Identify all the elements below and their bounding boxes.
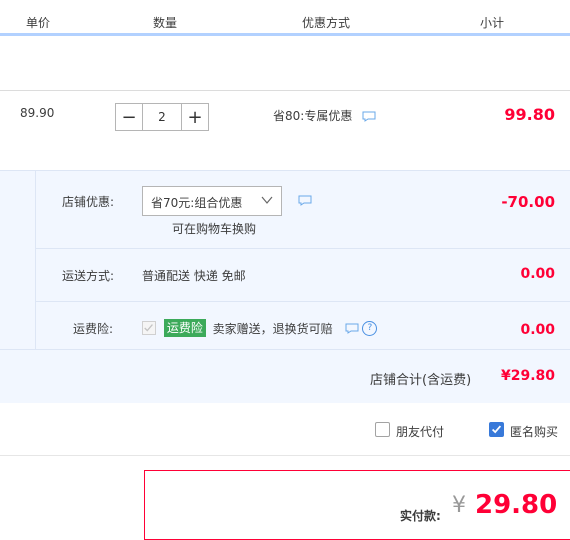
insurance-option: 运费险 卖家赠送，退换货可赔 ? bbox=[142, 319, 378, 337]
shop-total-label: 店铺合计(含运费) bbox=[370, 373, 472, 388]
check-icon bbox=[491, 425, 502, 434]
currency-symbol: ¥ bbox=[452, 493, 466, 518]
table-header: 单价 数量 优惠方式 小计 bbox=[0, 0, 570, 38]
shipping-method: 普通配送 快递 免邮 bbox=[142, 269, 246, 283]
shop-discount-amount: -70.00 bbox=[501, 193, 555, 211]
shop-discount-select[interactable]: 省70元:组合优惠 bbox=[142, 186, 282, 216]
insurance-label: 运费险: bbox=[73, 322, 114, 336]
unit-price: 89.90 bbox=[20, 106, 55, 120]
shipping-label: 运送方式: bbox=[62, 269, 115, 283]
chat-bubble-icon[interactable] bbox=[345, 323, 359, 334]
row-divider bbox=[0, 349, 570, 350]
anonymous-label[interactable]: 匿名购买 bbox=[510, 423, 558, 440]
quantity-decrease-button[interactable]: − bbox=[115, 103, 143, 131]
insurance-checkbox[interactable] bbox=[142, 321, 156, 335]
friend-pay-checkbox[interactable] bbox=[375, 422, 390, 437]
quantity-increase-button[interactable]: + bbox=[181, 103, 209, 131]
payment-label: 实付款: bbox=[400, 509, 441, 523]
insurance-text: 卖家赠送，退换货可赔 bbox=[212, 321, 333, 336]
row-divider bbox=[35, 248, 570, 249]
payment-options: 朋友代付 匿名购买 bbox=[0, 403, 570, 456]
quantity-input[interactable]: 2 bbox=[143, 103, 181, 131]
header-quantity: 数量 bbox=[153, 16, 178, 30]
chat-bubble-icon[interactable] bbox=[362, 111, 376, 122]
header-price: 单价 bbox=[26, 16, 51, 30]
payment-total-box: 实付款: ¥ 29.80 bbox=[144, 470, 570, 540]
insurance-badge: 运费险 bbox=[163, 319, 206, 337]
promo-label: 省80:专属优惠 bbox=[273, 109, 353, 123]
check-icon bbox=[144, 324, 153, 332]
shop-discount-value: 省70元:组合优惠 bbox=[151, 196, 243, 210]
header-divider bbox=[0, 33, 570, 36]
exchange-in-cart-link[interactable]: 可在购物车换购 bbox=[172, 220, 256, 237]
promo-text: 省80:专属优惠 bbox=[273, 107, 376, 124]
question-icon[interactable]: ? bbox=[362, 320, 378, 336]
item-row: 89.90 − 2 + 省80:专属优惠 99.80 bbox=[0, 90, 570, 171]
row-divider bbox=[35, 301, 570, 302]
shop-summary-panel: 店铺优惠: 省70元:组合优惠 可在购物车换购 -70.00 运送方式: 普通配… bbox=[0, 170, 570, 404]
header-subtotal: 小计 bbox=[480, 16, 505, 30]
shop-discount-label: 店铺优惠: bbox=[62, 195, 115, 209]
quantity-stepper: − 2 + bbox=[115, 103, 209, 131]
friend-pay-label[interactable]: 朋友代付 bbox=[396, 423, 444, 440]
shop-total-amount: ¥29.80 bbox=[500, 368, 555, 384]
header-promo: 优惠方式 bbox=[302, 16, 351, 30]
anonymous-checkbox[interactable] bbox=[489, 422, 504, 437]
panel-divider bbox=[35, 171, 36, 349]
chat-bubble-icon[interactable] bbox=[298, 195, 312, 206]
insurance-amount: 0.00 bbox=[520, 322, 555, 338]
chevron-down-icon bbox=[261, 196, 273, 204]
shipping-amount: 0.00 bbox=[520, 266, 555, 282]
payment-amount: 29.80 bbox=[475, 490, 558, 520]
item-subtotal: 99.80 bbox=[504, 105, 555, 124]
